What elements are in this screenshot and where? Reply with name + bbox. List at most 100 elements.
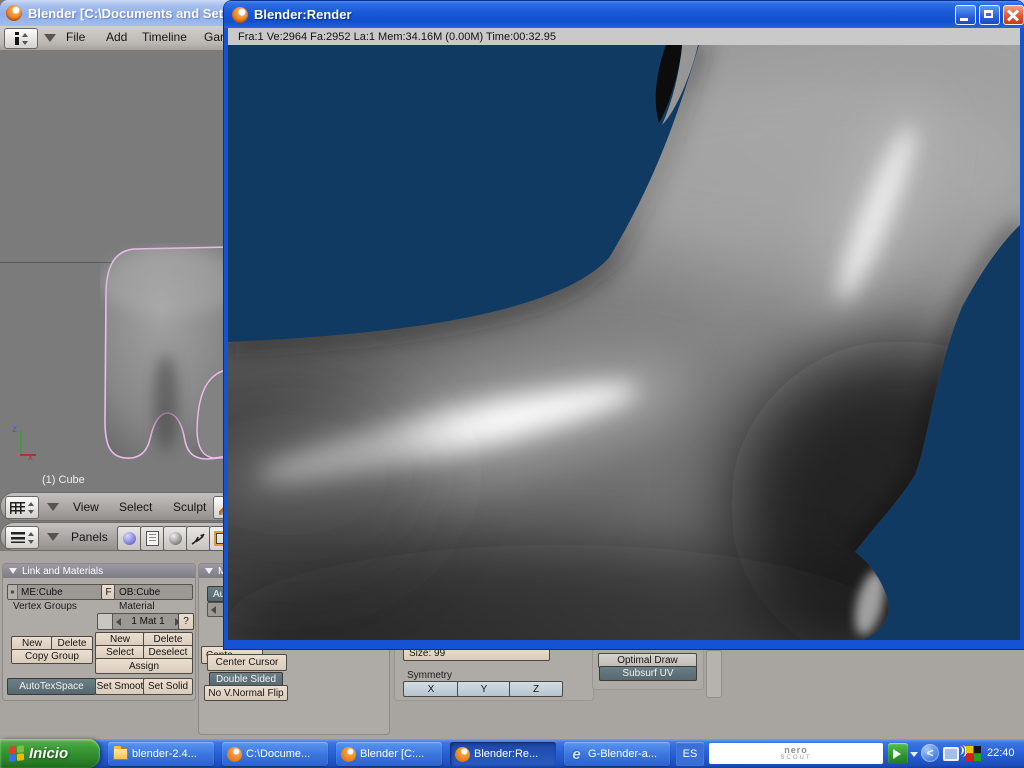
spinner-icon [27,531,34,545]
set-solid-button[interactable]: Set Solid [143,678,193,695]
tray-display-icon[interactable] [943,747,959,761]
material-label: Material [119,601,155,612]
render-result-image[interactable] [228,45,1020,640]
menu-add[interactable]: Add [106,30,127,44]
tray-app-icon[interactable] [966,746,981,761]
collapse-menu-icon[interactable] [47,503,59,511]
panel-title: Link and Materials [22,566,103,577]
no-vnormal-flip-button[interactable]: No V.Normal Flip [204,685,288,701]
panel-collapse-icon [9,568,17,574]
editor-type-button-3dview[interactable] [5,496,39,519]
me-datablock-field[interactable]: ME:Cube [7,584,103,600]
logic-context-button[interactable] [117,526,142,551]
symmetry-x-toggle[interactable]: X [403,681,459,697]
datablock-icon [8,585,18,599]
nero-scout-searchbox[interactable]: nero SCOUT [709,743,883,764]
taskbar-item-blender-main[interactable]: Blender [C:... [336,742,442,766]
object-context-button[interactable] [186,526,211,551]
info-editor-icon [15,32,19,45]
start-button[interactable]: Inicio [0,739,100,768]
screen: Blender [C:\Documents and Setti File Add… [0,0,1024,768]
main-window-title: Blender [C:\Documents and Setti [28,6,228,21]
task-label: blender-2.4... [132,748,197,760]
menu-sculpt[interactable]: Sculpt [173,500,206,514]
logo-yellow [17,753,24,761]
axis-x-label: x [28,452,33,463]
mesh-object-cube[interactable] [100,243,230,471]
menu-select[interactable]: Select [119,500,152,514]
collapse-menu-icon[interactable] [44,34,56,42]
clock: 22:40 [987,747,1015,759]
render-window[interactable]: Blender:Render Fra:1 Ve:2964 Fa:2952 La:… [224,1,1024,649]
render-titlebar[interactable]: Blender:Render [224,1,1024,28]
task-label: G-Blender-a... [588,748,657,760]
spinner-icon [21,32,28,46]
set-smooth-button[interactable]: Set Smoot [95,678,145,695]
center-cursor-button[interactable]: Center Cursor [207,654,287,671]
language-indicator[interactable]: ES [676,742,704,766]
menu-file[interactable]: File [66,30,85,44]
script-context-button[interactable] [140,526,165,551]
taskbar-item-c-docume[interactable]: C:\Docume... [222,742,328,766]
close-button[interactable] [1003,5,1024,25]
minimize-button[interactable] [955,5,976,25]
grid-editor-icon [10,502,25,514]
nero-dropdown-icon[interactable] [910,752,918,757]
panel-edge [706,650,722,698]
task-label: C:\Docume... [246,748,310,760]
render-window-title: Blender:Render [254,7,352,22]
prev-material-icon[interactable] [116,618,121,626]
script-icon [146,531,159,546]
symmetry-y-toggle[interactable]: Y [457,681,511,697]
ob-field-value: OB:Cube [119,587,160,598]
object-name-label: (1) Cube [42,474,85,486]
axis-z-line [20,430,22,456]
material-count-value: 1 Mat 1 [131,616,164,627]
taskbar-item-blender-folder[interactable]: blender-2.4... [108,742,214,766]
axis-indicator: z x [12,428,42,468]
spinner-icon [27,501,34,515]
logo-green [17,745,24,753]
collapse-menu-icon[interactable] [47,533,59,541]
ob-datablock-field[interactable]: OB:Cube [114,584,193,600]
editor-type-button-buttons[interactable] [5,526,39,549]
rendered-model [228,45,1020,640]
task-label: Blender:Re... [474,748,538,760]
panels-menu[interactable]: Panels [71,530,108,544]
taskbar-item-blender-render[interactable]: Blender:Re... [450,742,556,766]
subsurf-uv-toggle[interactable]: Subsurf UV [599,666,697,681]
axis-z-label: z [12,424,17,435]
folder-icon [113,748,128,760]
material-sphere-icon [169,532,182,545]
vertex-groups-label: Vertex Groups [13,601,77,612]
logic-icon [123,532,136,545]
tray-collapse-chevron[interactable]: < [921,744,939,762]
copy-group-button[interactable]: Copy Group [11,649,93,664]
taskbar-item-g-blender[interactable]: e G-Blender-a... [564,742,670,766]
blender-icon [6,5,22,21]
assign-button[interactable]: Assign [95,658,193,674]
render-window-bottom-border [224,640,1024,649]
internet-explorer-icon: e [569,747,584,762]
blender-icon [341,747,356,762]
panel-header[interactable]: Link and Materials [3,564,195,578]
panel-link-and-materials: Link and Materials ME:Cube F OB:Cube Ver… [2,563,196,701]
symmetry-z-toggle[interactable]: Z [509,681,563,697]
shading-context-button[interactable] [163,526,188,551]
nero-search-go-button[interactable] [888,743,908,764]
autotexspace-toggle[interactable]: AutoTexSpace [7,678,96,695]
blender-icon [232,7,248,23]
menu-game[interactable]: Gar [204,30,224,44]
menu-view[interactable]: View [73,500,99,514]
maximize-button[interactable] [979,5,1000,25]
render-stats-bar: Fra:1 Ve:2964 Fa:2952 La:1 Mem:34.16M (0… [224,28,1024,45]
editor-type-button[interactable] [4,28,38,49]
material-selector[interactable]: 1 Mat 1 [112,613,184,630]
symmetry-label: Symmetry [407,670,452,681]
start-label: Inicio [29,745,68,762]
blender-icon [455,747,470,762]
material-help-button[interactable]: ? [178,613,194,630]
menu-timeline[interactable]: Timeline [142,30,187,44]
object-arrows-icon [191,532,206,545]
decrease-icon[interactable] [211,606,216,614]
